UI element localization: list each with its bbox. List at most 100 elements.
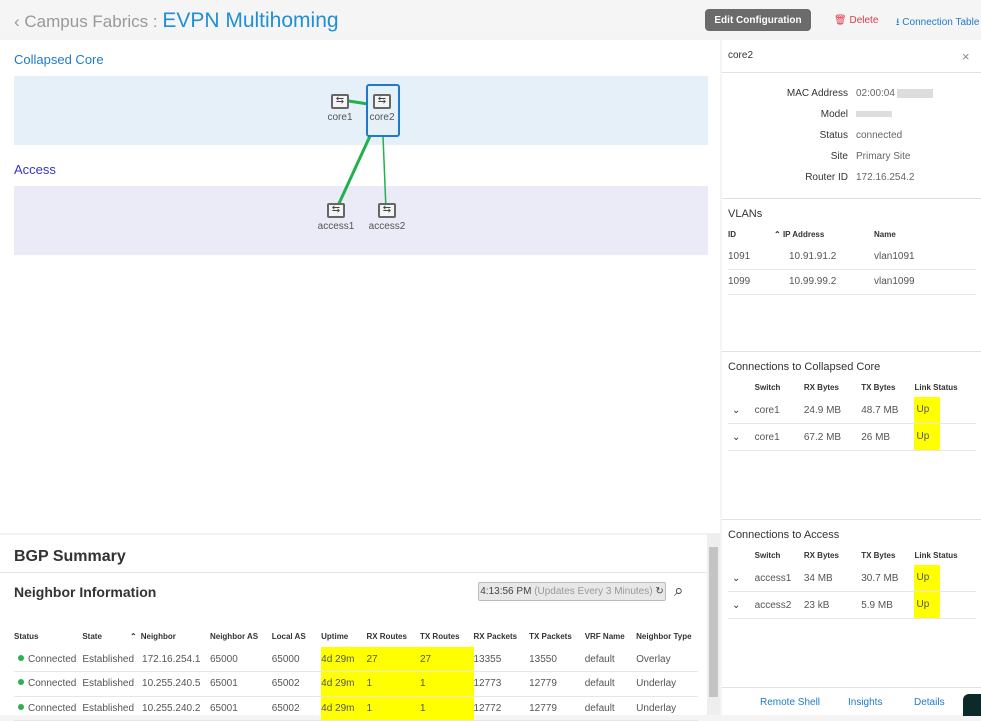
connection-cell: 5.9 MB [861, 591, 915, 619]
link-status-badge: Up [914, 565, 941, 591]
col-label: Neighbor [140, 631, 176, 641]
col-link-status[interactable]: Link Status [914, 377, 976, 397]
chat-assistant-icon[interactable] [963, 694, 981, 716]
cell-vrf-name: default [584, 647, 637, 672]
search-icon[interactable]: ⌕ [674, 581, 684, 601]
expand-col [728, 545, 755, 565]
cell-value: 65001 [209, 678, 238, 690]
col-switch[interactable]: Switch [755, 377, 804, 397]
table-row[interactable]: Connected Established 10.255.240.2 65001 650… [14, 696, 698, 721]
cell-value: 1 [419, 702, 426, 714]
col-rx-bytes[interactable]: RX Bytes [804, 545, 861, 565]
col-uptime[interactable]: Uptime [321, 625, 366, 647]
chevron-down-icon[interactable]: ⌄ [728, 591, 755, 619]
insights-link[interactable]: Insights [848, 697, 882, 708]
cell-neighbor-as: 65001 [209, 671, 272, 697]
cell-value: 10.255.240.2 [142, 702, 201, 714]
vlan-row[interactable]: 1091 10.91.91.2 vlan1091 [728, 244, 976, 270]
cell-value: 48.7 MB [861, 404, 899, 416]
delete-button[interactable]: 🗑 Delete [834, 15, 878, 26]
refresh-timestamp-button[interactable]: 4:13:56 PM (Updates Every 3 Minutes) ↻ [478, 582, 666, 601]
vlans-table: ID ⌃ IP Address Name 1091 10.91.91.2 vlan109… [728, 224, 976, 295]
chevron-down-icon[interactable]: ⌄ [728, 565, 755, 592]
link-core2-access2[interactable] [382, 135, 387, 211]
col-neighbor[interactable]: ⌃ Neighbor [130, 625, 210, 647]
vlan-cell: 1091 [728, 244, 774, 270]
col-rx-bytes[interactable]: RX Bytes [804, 377, 861, 397]
chevron-down-icon[interactable]: ⌄ [728, 423, 755, 451]
node-access2[interactable]: ⇆ access2 [366, 203, 408, 232]
cell-value: 65000 [271, 653, 300, 665]
table-row[interactable]: Connected Established 172.16.254.1 65000 650… [14, 647, 698, 672]
cell-tx-packets: 12779 [529, 671, 585, 697]
col-name[interactable]: Name [874, 224, 976, 244]
connection-cell: 48.7 MB [861, 397, 915, 424]
value-text: Primary Site [856, 151, 911, 162]
connection-row[interactable]: ⌄ core1 67.2 MB 26 MB Up [728, 423, 976, 451]
col-neighbor-as[interactable]: Neighbor AS [210, 625, 272, 647]
col-status[interactable]: Status [14, 625, 82, 647]
cell-value: access2 [754, 599, 792, 611]
col-tx-packets[interactable]: TX Packets [529, 625, 585, 647]
property-value: 172.16.254.2 [856, 172, 914, 183]
property-value: connected [856, 130, 902, 141]
details-link[interactable]: Details [914, 697, 945, 708]
breadcrumb-campus-fabrics[interactable]: Campus Fabrics : [24, 12, 157, 31]
connection-row[interactable]: ⌄ access2 23 kB 5.9 MB Up [728, 591, 976, 619]
col-rx-routes[interactable]: RX Routes [366, 625, 420, 647]
vlan-row[interactable]: 1099 10.99.99.2 vlan1099 [728, 269, 976, 295]
redacted-value [856, 111, 892, 118]
close-icon[interactable]: × [962, 49, 970, 64]
cell-rx-packets: 13355 [473, 647, 530, 672]
edit-configuration-button[interactable]: Edit Configuration [705, 9, 811, 31]
col-tx-bytes[interactable]: TX Bytes [861, 545, 914, 565]
col-rx-packets[interactable]: RX Packets [474, 625, 530, 647]
col-local-as[interactable]: Local AS [272, 625, 321, 647]
col-vrf-name[interactable]: VRF Name [585, 625, 636, 647]
connection-cell: access2 [754, 591, 804, 619]
chevron-down-icon[interactable]: ⌄ [728, 397, 755, 424]
link-status-badge: Up [914, 592, 941, 618]
node-core2[interactable]: ⇆ core2 [362, 94, 402, 123]
connection-row[interactable]: ⌄ access1 34 MB 30.7 MB Up [728, 565, 976, 592]
cell-tx-routes: 1 [419, 696, 474, 721]
property-value: Primary Site [856, 151, 910, 162]
bgp-scrollbar[interactable] [707, 533, 720, 715]
topology-links [334, 98, 387, 211]
cell-value: Up [916, 572, 930, 583]
property-label: MAC Address [786, 88, 848, 99]
cell-neighbor-type: Overlay [636, 647, 698, 672]
connection-cell: core1 [754, 397, 804, 424]
scrollbar-thumb[interactable] [709, 547, 718, 697]
divider [0, 572, 707, 573]
cell-local-as: 65002 [271, 696, 322, 721]
device-details-panel: core2 × MAC Address 02:00:04 Model Status co… [722, 40, 981, 716]
col-id[interactable]: ID [728, 224, 774, 244]
col-ip-address[interactable]: ⌃ IP Address [774, 224, 874, 244]
cell-value: 30.7 MB [861, 572, 899, 584]
cell-value: 26 MB [861, 431, 891, 443]
connection-table-button[interactable]: ⭳ Connection Table [896, 15, 979, 32]
cell-value: Connected [28, 653, 77, 665]
node-access1[interactable]: ⇆ access1 [315, 203, 357, 232]
cell-local-as: 65000 [271, 647, 322, 672]
table-row[interactable]: Connected Established 10.255.240.5 65001 650… [14, 671, 698, 697]
status-dot-icon [18, 703, 24, 710]
col-switch[interactable]: Switch [755, 545, 804, 565]
cell-value: 65000 [209, 653, 238, 665]
cell-rx-routes: 27 [366, 647, 420, 672]
back-chevron-icon[interactable]: ‹ [14, 12, 24, 31]
col-link-status[interactable]: Link Status [914, 545, 976, 565]
trash-icon: 🗑 [834, 15, 850, 26]
cell-value: 12772 [473, 702, 502, 714]
cell-value: Connected [28, 678, 77, 690]
col-neighbor-type[interactable]: Neighbor Type [636, 625, 698, 647]
cell-value: 4d 29m [321, 678, 355, 690]
remote-shell-link[interactable]: Remote Shell [760, 697, 820, 708]
link-core2-access1[interactable] [334, 135, 372, 211]
node-core1[interactable]: ⇆ core1 [320, 94, 360, 123]
col-tx-routes[interactable]: TX Routes [420, 625, 474, 647]
delete-label: Delete [849, 15, 879, 26]
connection-row[interactable]: ⌄ core1 24.9 MB 48.7 MB Up [728, 397, 976, 424]
col-tx-bytes[interactable]: TX Bytes [861, 377, 914, 397]
